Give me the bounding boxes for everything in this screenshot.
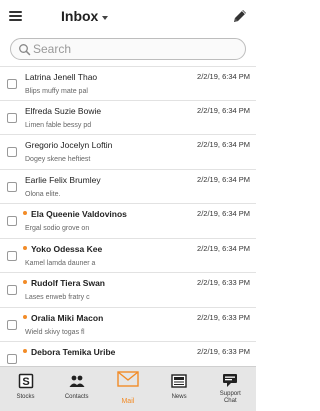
- hamburger-menu-icon[interactable]: [9, 11, 22, 21]
- message-date: 2/2/19, 6:34 PM: [197, 140, 250, 149]
- svg-text:S: S: [22, 376, 29, 388]
- message-preview: Olona elite.: [25, 190, 61, 198]
- message-preview: Dogey skene heftiest: [25, 156, 91, 163]
- message-preview: Wield skivy togas fl: [25, 328, 85, 336]
- tab-mail[interactable]: Mail: [102, 367, 153, 411]
- search-icon: [19, 44, 31, 56]
- message-checkbox[interactable]: [7, 181, 17, 192]
- tab-label: Support Chat: [219, 391, 241, 404]
- message-sender: Ela Queenie Valdovinos: [31, 209, 127, 219]
- message-sender: Oralia Miki Macon: [31, 312, 104, 323]
- message-row[interactable]: Latrina Jenell Thao 2/2/19, 6:34 PM Blips …: [0, 66, 256, 101]
- message-date: 2/2/19, 6:34 PM: [197, 105, 250, 115]
- contacts-icon: [69, 373, 85, 389]
- chevron-down-icon[interactable]: [102, 16, 108, 20]
- unread-dot-icon: [23, 211, 27, 215]
- message-preview: Lases enweb fratry c: [25, 294, 90, 301]
- message-date: 2/2/19, 6:34 PM: [197, 174, 250, 184]
- unread-dot-icon: [23, 245, 27, 250]
- unread-dot-icon: [23, 349, 27, 353]
- message-checkbox[interactable]: [7, 250, 17, 261]
- message-list: Latrina Jenell Thao 2/2/19, 6:34 PM Blips …: [0, 66, 256, 377]
- tab-label: Mail: [121, 398, 135, 405]
- news-icon: [171, 373, 187, 389]
- message-checkbox[interactable]: [7, 112, 17, 123]
- message-sender: Debora Temika Uribe: [31, 347, 116, 357]
- mail-icon: [117, 371, 139, 387]
- message-preview: Limen fable bessy pd: [25, 121, 92, 129]
- message-date: 2/2/19, 6:33 PM: [197, 347, 250, 356]
- message-preview: Ergal sodio grove on: [25, 225, 90, 232]
- tab-support-chat[interactable]: Support Chat: [205, 367, 256, 411]
- message-checkbox[interactable]: [7, 354, 17, 364]
- message-row[interactable]: Ela Queenie Valdovinos 2/2/19, 6:34 PM Erg…: [0, 204, 256, 239]
- message-row[interactable]: Yoko Odessa Kee 2/2/19, 6:34 PM Kamel lamd…: [0, 239, 256, 273]
- message-row[interactable]: Gregorio Jocelyn Loftin 2/2/19, 6:34 PM Do…: [0, 135, 256, 170]
- message-sender: Elfreda Suzie Bowie: [25, 105, 102, 116]
- message-row[interactable]: Oralia Miki Macon 2/2/19, 6:33 PM Wield sk…: [0, 308, 256, 342]
- message-checkbox[interactable]: [7, 216, 17, 226]
- message-preview: Kamel lamda dauner a: [25, 259, 96, 267]
- tab-label: Contacts: [64, 394, 89, 400]
- message-date: 2/2/19, 6:33 PM: [197, 312, 250, 322]
- message-checkbox[interactable]: [7, 147, 17, 157]
- bottom-tab-bar: S Stocks Contacts Mail News Support Chat: [0, 366, 256, 411]
- message-sender: Gregorio Jocelyn Loftin: [25, 140, 113, 150]
- message-preview: Blips muffy mate pal: [25, 88, 88, 95]
- stocks-icon: S: [18, 373, 34, 389]
- top-app-bar: Inbox: [0, 0, 256, 34]
- message-date: 2/2/19, 6:34 PM: [197, 243, 250, 253]
- message-sender: Latrina Jenell Thao: [25, 72, 98, 82]
- tab-label: Stocks: [16, 394, 35, 400]
- search-bar[interactable]: [10, 38, 246, 60]
- message-date: 2/2/19, 6:34 PM: [197, 72, 250, 81]
- support-chat-icon: [222, 373, 238, 389]
- page-title[interactable]: Inbox: [61, 8, 98, 24]
- message-row[interactable]: Elfreda Suzie Bowie 2/2/19, 6:34 PM Limen …: [0, 101, 256, 135]
- search-input[interactable]: [33, 41, 233, 57]
- message-checkbox[interactable]: [7, 79, 17, 89]
- message-sender: Rudolf Tiera Swan: [31, 278, 105, 288]
- tab-news[interactable]: News: [154, 367, 205, 411]
- message-sender: Yoko Odessa Kee: [31, 243, 103, 254]
- pencil-icon[interactable]: [232, 8, 248, 24]
- tab-stocks[interactable]: S Stocks: [0, 367, 51, 411]
- message-date: 2/2/19, 6:33 PM: [197, 278, 250, 287]
- tab-label: News: [171, 394, 187, 400]
- message-checkbox[interactable]: [7, 285, 17, 295]
- unread-dot-icon: [23, 280, 27, 284]
- message-row[interactable]: Earlie Felix Brumley 2/2/19, 6:34 PM Olona…: [0, 170, 256, 204]
- message-checkbox[interactable]: [7, 319, 17, 330]
- tab-contacts[interactable]: Contacts: [51, 367, 102, 411]
- message-sender: Earlie Felix Brumley: [25, 174, 101, 185]
- message-date: 2/2/19, 6:34 PM: [197, 209, 250, 218]
- unread-dot-icon: [23, 314, 27, 319]
- message-row[interactable]: Rudolf Tiera Swan 2/2/19, 6:33 PM Lases en…: [0, 273, 256, 308]
